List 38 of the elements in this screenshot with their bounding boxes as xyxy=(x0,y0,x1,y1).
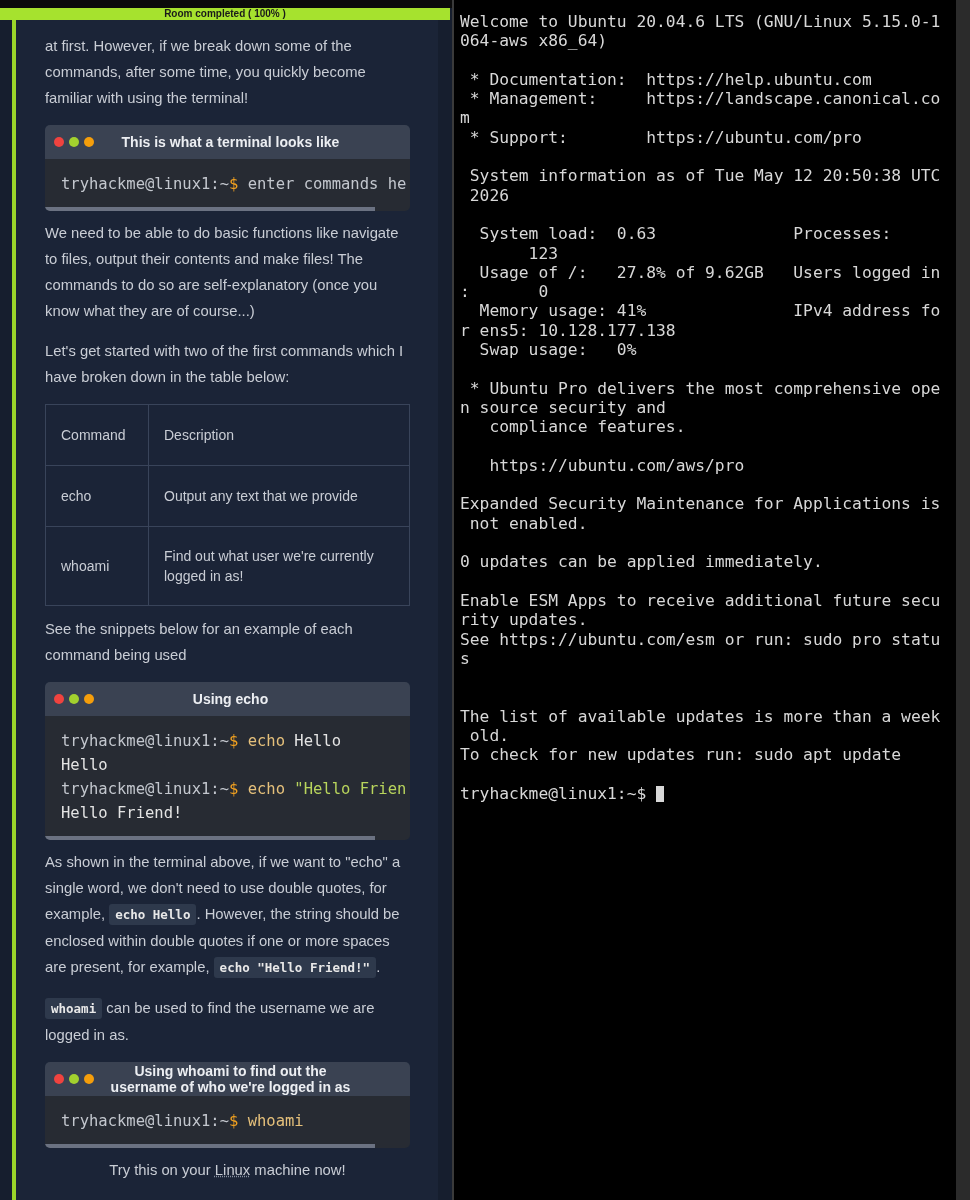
window-dots-icon xyxy=(53,136,95,148)
scrollbar[interactable] xyxy=(45,1144,375,1148)
scrollbar[interactable] xyxy=(45,207,375,211)
terminal-line: Hello Friend! xyxy=(61,804,183,822)
progress-bar: Room completed ( 100% ) xyxy=(0,8,450,20)
paragraph: We need to be able to do basic functions like navigate to files, output their contents and make files! The commands to do so are self-explanatory (once you know what they are of course...) xyxy=(45,224,400,321)
note-text: Try this on your Linux machine now! xyxy=(108,1161,347,1180)
inline-code: echo Hello xyxy=(109,904,197,925)
cursor-icon xyxy=(656,785,665,802)
table-cell: Output any text that we provide xyxy=(148,465,410,527)
inline-code: whoami xyxy=(45,998,103,1019)
terminal-output: Welcome to Ubuntu 20.04.6 LTS (GNU/Linux 5.15.0-1 064-aws x86_64) * Documentation: https://help.ubuntu.com * Management: https://landscape.canonical.co m * Support: https://ubuntu.com/pro System information as of Tue May 12 20:50:38 UTC 2026 System load: 0.63 Processes: 123 Usage of /: 27.8% of 9.62GB Users logged in : 0 Memory usage: 41% IPv4 address fo r ens5: 10.128.177.138 Swap usage: 0% * Ubuntu Pro delivers the most comprehensive ope n source security and compliance features. https://ubuntu.com/aws/pro Expanded Security Maintenance for Applications is not enabled. 0 updates can be applied immediately. Enable ESM Apps to receive additional future secu rity updates. See https://ubuntu.com/esm or run: sudo pro statu s The list of available updates is more than a week old. To check for new updates run: sudo apt update xyxy=(460,12,942,765)
window-dots-icon xyxy=(53,1073,95,1085)
paragraph: As shown in the terminal above, if we want to "echo" a single word, we don't need to use double quotes, for example, echo Hello . However, the string should be enclosed within double quotes if one or more spaces are present, for example, echo "Hello Friend!" . xyxy=(45,849,410,981)
terminal-window[interactable] xyxy=(452,0,970,1200)
link[interactable]: Linux xyxy=(214,1162,251,1178)
paragraph: whoami can be used to find the username we are logged in as. xyxy=(45,997,376,1045)
inline-code: echo "Hello Friend!" xyxy=(213,957,377,978)
terminal-line: tryhackme@linux1:~$ enter commands he xyxy=(61,175,407,193)
paragraph: at first. However, if we break down some of the commands, after some time, you quickly become familiar with using the terminal! xyxy=(45,37,367,108)
table-cell: Find out what user we're currently logged in as! xyxy=(148,526,410,606)
terminal-line: Hello xyxy=(61,756,108,774)
table-header-cell: Command xyxy=(45,404,149,466)
paragraph: See the snippets below for an example of each command being used xyxy=(45,620,354,665)
snippet-title: This is what a terminal looks like xyxy=(120,134,341,150)
scrollbar[interactable] xyxy=(956,0,970,1200)
snippet-title: Using echo xyxy=(191,691,270,707)
window-dots-icon xyxy=(53,693,95,705)
table-header-cell: Description xyxy=(148,404,410,466)
table-cell: echo xyxy=(45,465,149,527)
terminal-line: tryhackme@linux1:~$ echo Hello xyxy=(61,732,341,750)
snippet-title: Using whoami to find out the username of who we're logged in as xyxy=(109,1063,352,1095)
terminal-line: tryhackme@linux1:~$ whoami xyxy=(61,1112,304,1130)
scrollbar[interactable] xyxy=(45,836,375,840)
table-cell: whoami xyxy=(45,526,149,606)
terminal-prompt: tryhackme@linux1:~$ xyxy=(460,783,648,804)
paragraph: Let's get started with two of the first commands which I have broken down in the table below: xyxy=(45,342,405,387)
terminal-line: tryhackme@linux1:~$ echo "Hello Frien xyxy=(61,780,407,798)
